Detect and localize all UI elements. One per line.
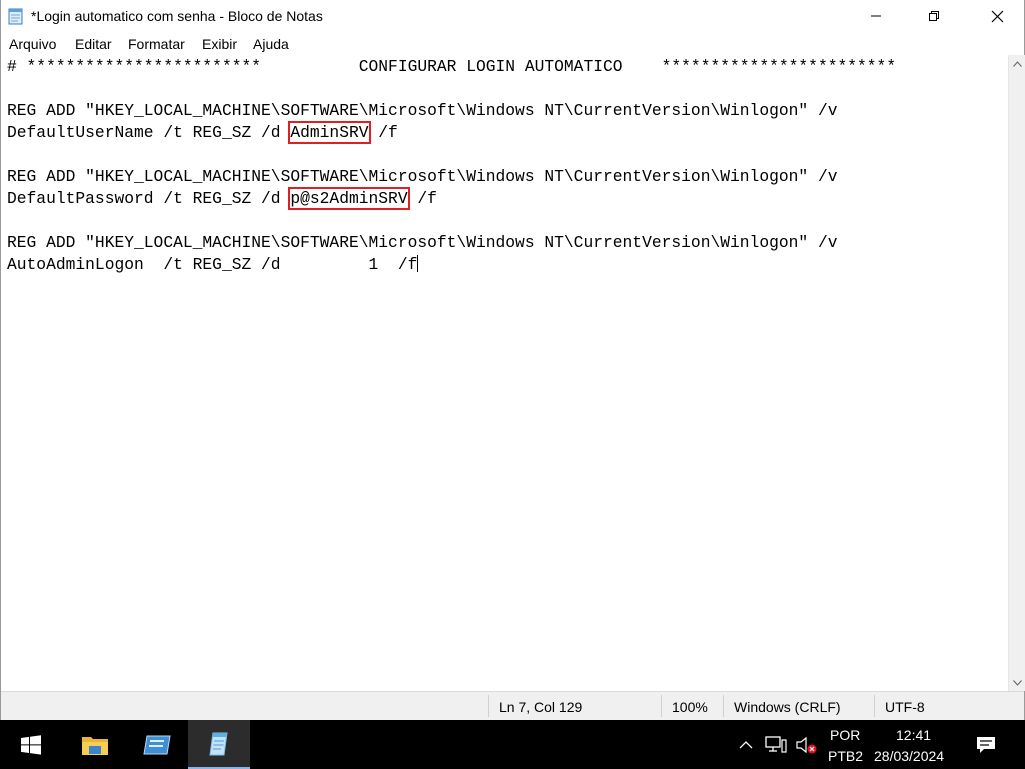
restore-icon xyxy=(929,11,939,21)
editor-line-7: DefaultPassword /t REG_SZ /d p@s2AdminSR… xyxy=(7,187,437,210)
editor-line-3: REG ADD "HKEY_LOCAL_MACHINE\SOFTWARE\Mic… xyxy=(7,101,838,120)
close-icon xyxy=(991,10,1004,22)
status-line-ending: Windows (CRLF) xyxy=(734,699,841,715)
editor-line-10: AutoAdminLogon /t REG_SZ /d 1 /f xyxy=(7,255,419,275)
chevron-down-icon xyxy=(1013,679,1022,686)
autologon-command: AutoAdminLogon /t REG_SZ /d 1 /f xyxy=(7,255,418,274)
password-suffix: /f xyxy=(407,189,437,208)
start-button[interactable] xyxy=(0,720,62,769)
status-separator xyxy=(488,695,489,717)
menu-bar: Arquivo Editar Formatar Exibir Ajuda xyxy=(1,33,1024,55)
chevron-up-icon xyxy=(739,741,753,749)
windows-logo-icon xyxy=(21,734,41,755)
restore-button[interactable] xyxy=(911,0,957,32)
scroll-up-arrow[interactable] xyxy=(1009,55,1025,72)
editor-line-9: REG ADD "HKEY_LOCAL_MACHINE\SOFTWARE\Mic… xyxy=(7,233,838,252)
clock-time[interactable]: 12:41 xyxy=(896,727,931,743)
editor-line-6: REG ADD "HKEY_LOCAL_MACHINE\SOFTWARE\Mic… xyxy=(7,167,838,186)
status-zoom: 100% xyxy=(672,699,708,715)
menu-editar[interactable]: Editar xyxy=(75,36,112,52)
network-status-button[interactable] xyxy=(762,720,790,769)
taskbar: POR PTB2 12:41 28/03/2024 xyxy=(0,720,1025,769)
volume-muted-icon xyxy=(796,736,817,753)
minimize-button[interactable] xyxy=(853,0,899,32)
text-caret xyxy=(417,255,419,272)
username-command: DefaultUserName /t REG_SZ /d xyxy=(7,123,291,142)
status-separator xyxy=(874,695,875,717)
notepad-icon xyxy=(209,732,228,755)
menu-arquivo[interactable]: Arquivo xyxy=(9,36,56,52)
text-editor[interactable]: # ************************ CONFIGURAR LO… xyxy=(1,55,1008,691)
username-suffix: /f xyxy=(368,123,398,142)
file-explorer-icon xyxy=(82,736,108,755)
editor-line-1: # ************************ CONFIGURAR LO… xyxy=(7,57,897,76)
clock-date[interactable]: 28/03/2024 xyxy=(874,748,944,764)
vertical-scrollbar[interactable] xyxy=(1008,55,1025,691)
notepad-window: *Login automatico com senha - Bloco de N… xyxy=(0,0,1025,720)
password-value-highlight: p@s2AdminSRV xyxy=(288,187,410,210)
status-bar: Ln 7, Col 129 100% Windows (CRLF) UTF-8 xyxy=(1,691,1024,720)
chevron-up-icon xyxy=(1013,60,1022,67)
menu-formatar[interactable]: Formatar xyxy=(128,36,185,52)
window-title: *Login automatico com senha - Bloco de N… xyxy=(31,8,323,24)
menu-ajuda[interactable]: Ajuda xyxy=(253,36,289,52)
minimize-icon xyxy=(871,15,881,17)
password-command: DefaultPassword /t REG_SZ /d xyxy=(7,189,291,208)
notifications-icon xyxy=(977,736,995,753)
notepad-icon xyxy=(7,7,25,25)
network-icon xyxy=(765,735,787,753)
volume-button[interactable] xyxy=(792,720,820,769)
scroll-down-arrow[interactable] xyxy=(1009,674,1025,691)
notifications-button[interactable] xyxy=(968,720,1004,769)
taskbar-server-manager[interactable] xyxy=(126,720,188,769)
show-hidden-icons-button[interactable] xyxy=(733,720,759,769)
taskbar-notepad[interactable] xyxy=(188,720,250,769)
status-separator xyxy=(661,695,662,717)
status-position: Ln 7, Col 129 xyxy=(499,699,583,715)
menu-exibir[interactable]: Exibir xyxy=(202,36,237,52)
editor-line-4: DefaultUserName /t REG_SZ /d AdminSRV /f xyxy=(7,121,398,144)
keyboard-layout[interactable]: PTB2 xyxy=(828,748,863,764)
taskbar-file-explorer[interactable] xyxy=(64,720,126,769)
username-value-highlight: AdminSRV xyxy=(288,121,371,144)
close-button[interactable] xyxy=(970,0,1025,32)
input-language[interactable]: POR xyxy=(830,727,860,743)
title-bar[interactable]: *Login automatico com senha - Bloco de N… xyxy=(1,0,1024,32)
status-encoding: UTF-8 xyxy=(885,699,925,715)
status-separator xyxy=(723,695,724,717)
server-manager-icon xyxy=(143,735,171,754)
